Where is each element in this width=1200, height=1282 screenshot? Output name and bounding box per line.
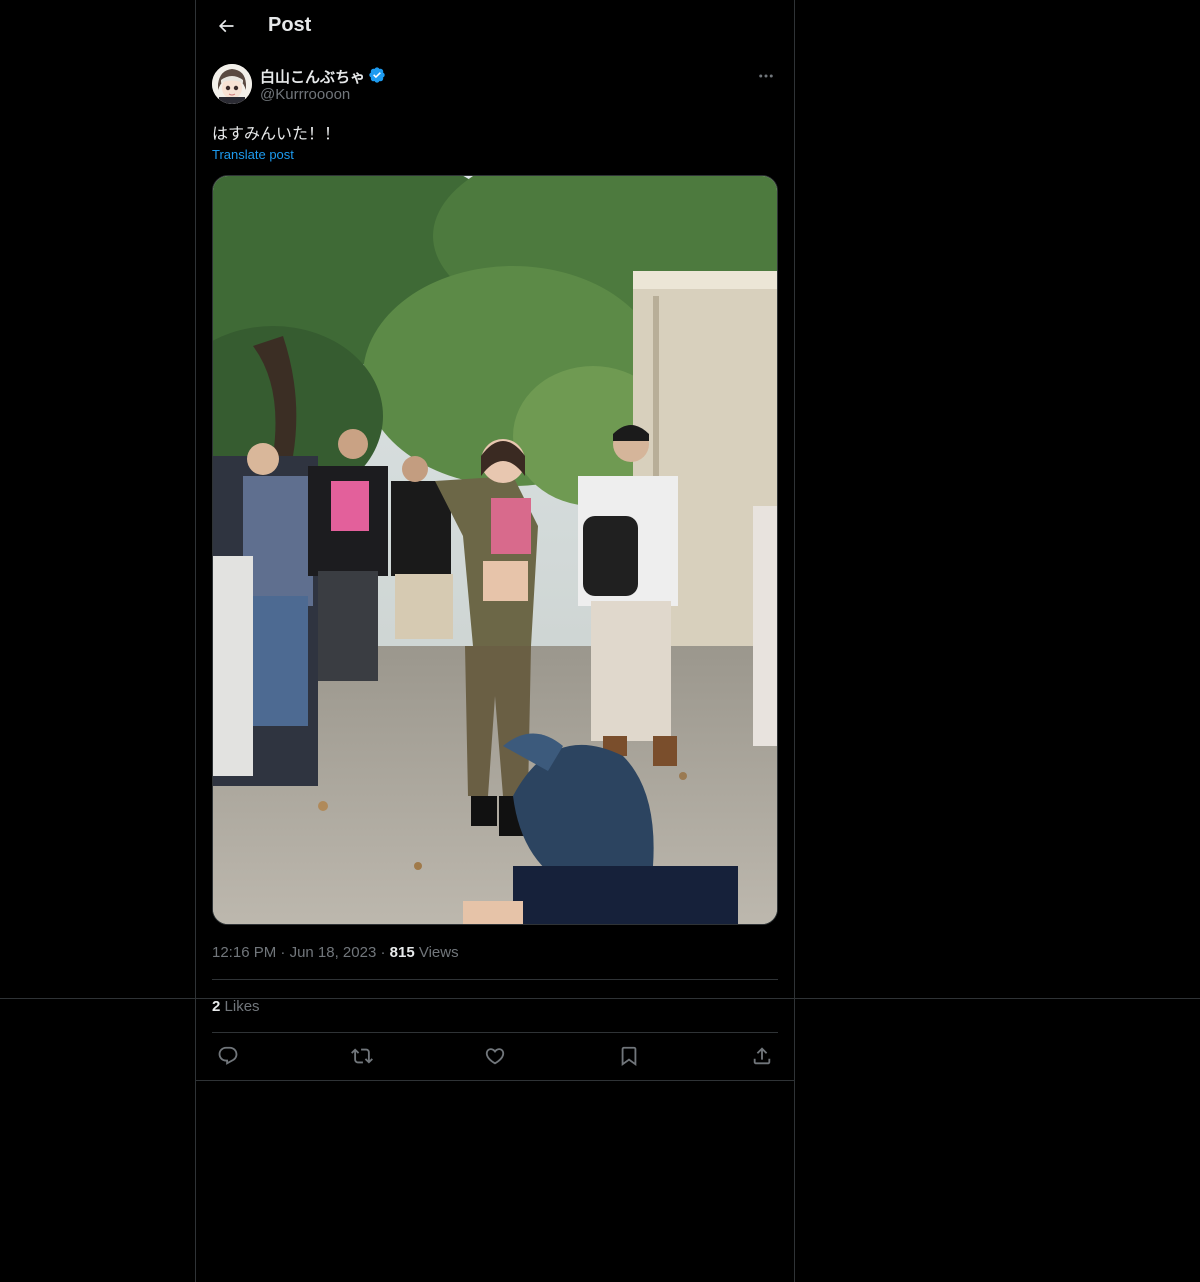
heart-icon [485,1048,505,1065]
share-icon [753,1047,771,1065]
translate-post-link[interactable]: Translate post [212,147,294,162]
views-count: 815 [389,944,415,961]
reply-icon [218,1046,238,1065]
divider [212,979,778,980]
bookmark-icon [621,1046,636,1067]
author-handle[interactable]: @Kurrroooon [260,86,350,103]
post-text: はすみんいた！！ [212,124,341,143]
views-label: Views [418,944,459,961]
meta-separator: · [280,944,290,961]
page-title: Post [268,14,312,36]
divider [212,1032,778,1033]
share-button[interactable] [750,1044,774,1068]
avatar[interactable] [212,64,252,104]
more-horizontal-icon [759,74,773,78]
post-author: 白山こんぶちゃ @Kurrroooon [212,64,778,108]
author-display-name[interactable]: 白山こんぶちゃ [260,66,365,87]
post-date[interactable]: Jun 18, 2023 [290,944,377,961]
post-metadata: 12:16 PM · Jun 18, 2023 · 815 Views [212,944,459,961]
post-actions [212,1040,778,1072]
more-button[interactable] [754,64,778,88]
likes-count: 2 [212,998,221,1015]
repost-icon [350,1048,373,1064]
page-header: Post [196,0,794,53]
arrow-left-icon [218,19,234,33]
post-photo[interactable] [212,175,778,925]
divider [196,1080,794,1081]
like-button[interactable] [483,1044,507,1068]
meta-separator: · [380,944,390,961]
likes-link[interactable]: 2 Likes [212,998,260,1015]
repost-button[interactable] [350,1044,374,1068]
bookmark-button[interactable] [617,1044,641,1068]
back-button[interactable] [208,8,244,44]
likes-label: Likes [224,998,260,1015]
reply-button[interactable] [216,1044,240,1068]
primary-column: Post 白山こんぶちゃ @Kurrroooon はすみんいた！！ Transl… [195,0,795,1282]
verified-badge-icon [369,67,385,83]
post-time[interactable]: 12:16 PM [212,944,276,961]
